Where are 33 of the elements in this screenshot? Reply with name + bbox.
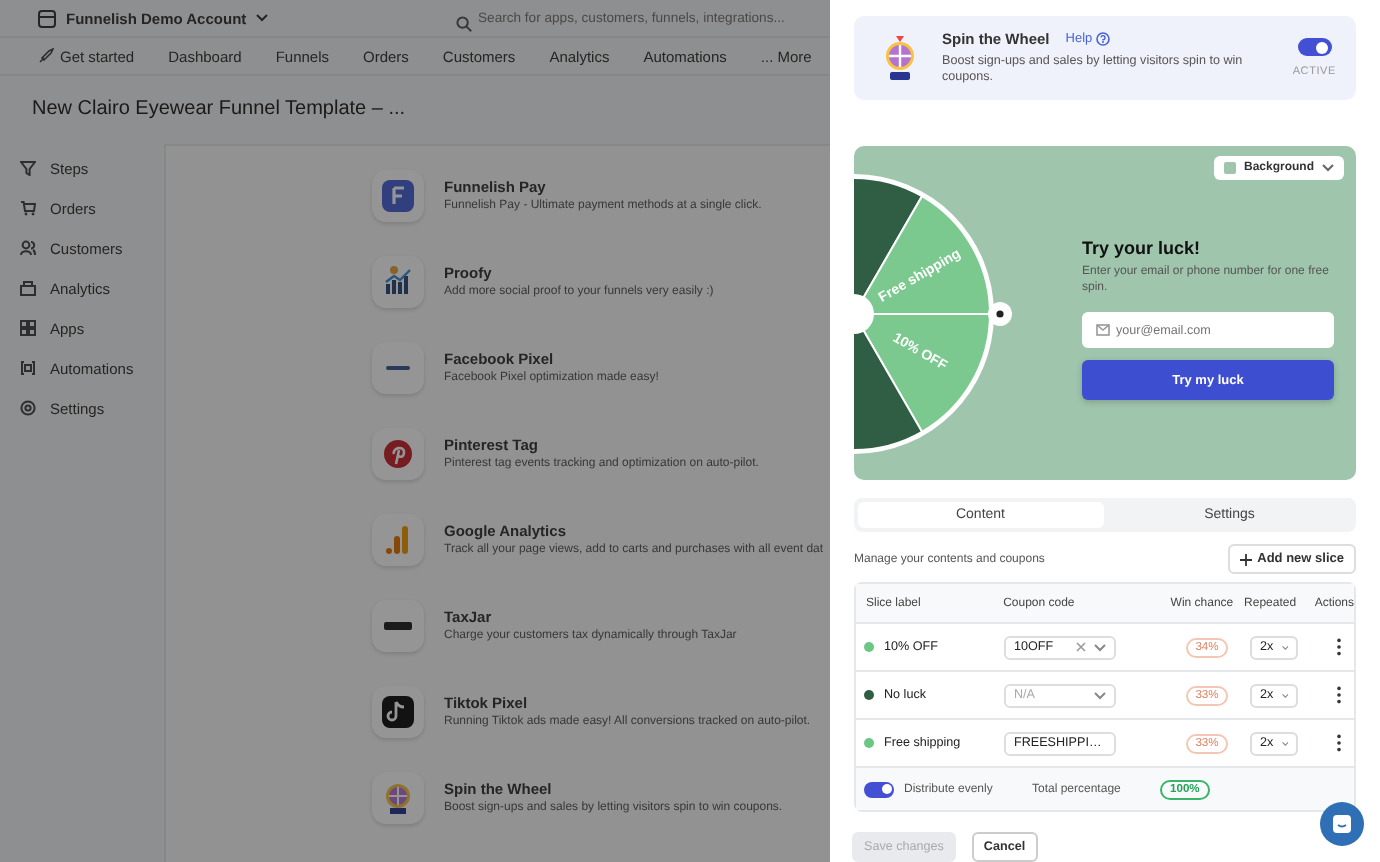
more-icon[interactable] — [1335, 686, 1341, 704]
chart-icon — [20, 280, 36, 296]
sync-icon — [20, 360, 36, 376]
form-heading: Try your luck! — [1082, 237, 1203, 258]
chevron-icon — [1322, 164, 1334, 172]
funnel-icon — [20, 160, 36, 176]
search-icon — [456, 15, 472, 31]
chat-icon — [1332, 814, 1352, 834]
cart-icon — [20, 200, 36, 216]
chevron-icon — [1281, 691, 1288, 699]
chevron-icon — [1094, 643, 1106, 651]
chevron-icon — [1281, 643, 1288, 651]
pointer-icon — [988, 301, 1012, 325]
wordmark-icon — [384, 621, 412, 629]
clear-icon[interactable] — [1076, 642, 1086, 652]
color-swatch — [1223, 162, 1236, 174]
more-icon[interactable] — [1335, 638, 1341, 656]
distribute-toggle[interactable] — [864, 781, 894, 797]
chevron-icon — [1281, 739, 1288, 747]
grid-icon — [20, 320, 36, 336]
page-title: New Clairo Eyewear Funnel Template – ... — [30, 96, 408, 124]
mail-icon — [1096, 324, 1110, 337]
store-icon[interactable] — [38, 9, 56, 27]
users-icon — [20, 240, 36, 256]
settings-icon — [20, 400, 36, 416]
more-icon[interactable] — [1335, 734, 1341, 752]
plus-icon — [1239, 553, 1252, 565]
chevron-icon — [1094, 691, 1106, 699]
help-icon — [1096, 31, 1111, 45]
chevron-icon[interactable] — [256, 14, 269, 22]
active-toggle[interactable] — [1297, 38, 1332, 56]
chat-button[interactable] — [1320, 802, 1364, 846]
rocket-icon — [38, 48, 54, 64]
